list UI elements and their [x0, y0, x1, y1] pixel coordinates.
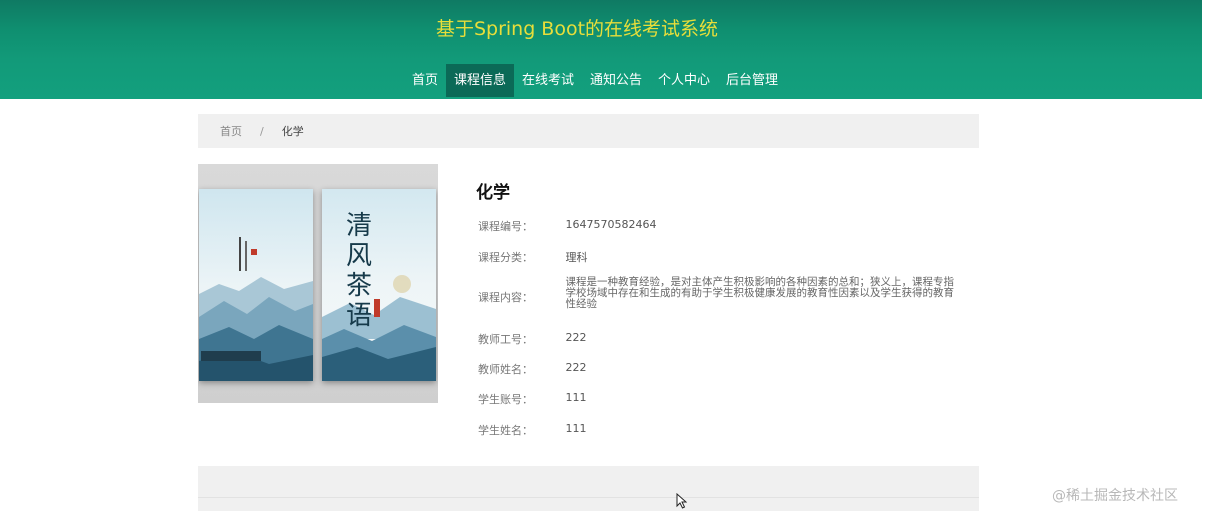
- course-title: 化学: [476, 183, 510, 203]
- site-title: 基于Spring Boot的在线考试系统: [435, 18, 719, 40]
- field-course-id: 课程编号： 1647570582464: [478, 218, 656, 234]
- field-student-name: 学生姓名： 111: [478, 422, 587, 438]
- breadcrumb-current: 化学: [281, 125, 304, 138]
- nav-item-personal-center[interactable]: 个人中心: [650, 64, 718, 97]
- field-value: 111: [565, 391, 587, 404]
- breadcrumb-separator: /: [260, 124, 264, 138]
- site-header: 基于Spring Boot的在线考试系统 首页 课程信息 在线考试 通知公告 个…: [0, 0, 1202, 99]
- breadcrumb-home-link[interactable]: 首页: [220, 123, 242, 139]
- field-value: 理科: [565, 251, 588, 264]
- field-value: 课程是一种教育经验，是对主体产生积极影响的各种因素的总和；狭义上，课程专指学校场…: [565, 276, 955, 310]
- nav-item-notices[interactable]: 通知公告: [582, 64, 650, 97]
- breadcrumb: 首页 / 化学: [198, 114, 979, 148]
- field-value: 111: [565, 422, 587, 435]
- course-detail-panel: 化学: [476, 178, 956, 215]
- book-back-cover: [199, 189, 313, 381]
- field-label: 教师工号：: [478, 333, 533, 346]
- field-label: 教师姓名：: [478, 363, 533, 376]
- watermark-text: @稀土掘金技术社区: [1052, 488, 1178, 504]
- nav-item-courses[interactable]: 课程信息: [445, 64, 514, 97]
- field-value: 222: [565, 331, 587, 344]
- nav-item-home[interactable]: 首页: [404, 64, 446, 97]
- book-cover-title: 清风茶语: [346, 211, 375, 331]
- mouse-cursor-icon: [676, 493, 687, 509]
- nav-item-online-exam[interactable]: 在线考试: [514, 64, 582, 97]
- footer-panel: [198, 466, 979, 511]
- field-student-account: 学生账号： 111: [478, 391, 587, 407]
- field-label: 课程编号：: [478, 220, 533, 233]
- landscape-illustration-left: [199, 189, 313, 381]
- field-label: 学生账号：: [478, 393, 533, 406]
- field-label: 学生姓名：: [478, 424, 533, 437]
- field-teacher-id: 教师工号： 222: [478, 331, 587, 347]
- field-course-content: 课程内容： 课程是一种教育经验，是对主体产生积极影响的各种因素的总和；狭义上，课…: [478, 277, 956, 310]
- main-nav: 首页 课程信息 在线考试 通知公告 个人中心 后台管理: [0, 64, 1190, 97]
- field-teacher-name: 教师姓名： 222: [478, 361, 587, 377]
- field-value: 222: [565, 361, 587, 374]
- field-value: 1647570582464: [565, 218, 657, 231]
- field-course-category: 课程分类： 理科: [478, 249, 588, 265]
- course-cover-image: 清风茶语: [198, 164, 438, 403]
- nav-item-admin[interactable]: 后台管理: [718, 64, 786, 97]
- field-label: 课程分类：: [478, 251, 533, 264]
- footer-divider: [198, 497, 979, 498]
- field-label: 课程内容：: [478, 291, 533, 304]
- book-front-cover: 清风茶语: [322, 189, 436, 381]
